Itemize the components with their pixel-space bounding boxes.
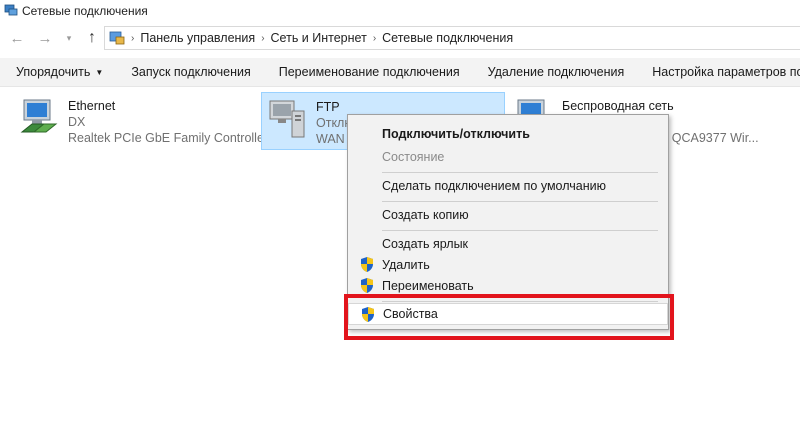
control-panel-icon xyxy=(109,31,125,45)
window-title: Сетевые подключения xyxy=(22,4,148,18)
breadcrumb-network-connections[interactable]: Сетевые подключения xyxy=(382,31,513,45)
breadcrumb-network-internet[interactable]: Сеть и Интернет xyxy=(271,31,367,45)
delete-connection-button[interactable]: Удаление подключения xyxy=(474,65,639,79)
menu-separator xyxy=(382,172,658,173)
start-connection-label: Запуск подключения xyxy=(131,65,251,79)
up-arrow-icon[interactable]: ↑ xyxy=(82,24,102,52)
connection-adapter: Realtek PCIe GbE Family Controller xyxy=(68,131,269,145)
breadcrumb-separator-icon[interactable]: › xyxy=(261,33,264,44)
highlight-annotation-frame xyxy=(344,294,674,340)
menu-item-label: Подключить/отключить xyxy=(382,126,530,141)
menu-item-label: Состояние xyxy=(382,149,445,164)
menu-item-label: Переименовать xyxy=(382,278,474,293)
back-arrow-icon[interactable]: ← xyxy=(6,24,28,52)
rename-connection-label: Переименование подключения xyxy=(278,65,460,79)
connection-name: FTP xyxy=(316,100,340,114)
connection-name: Ethernet xyxy=(68,99,116,113)
connection-item-ethernet[interactable]: Ethernet DX Realtek PCIe GbE Family Cont… xyxy=(14,92,268,148)
menu-item-label: Создать ярлык xyxy=(382,236,469,251)
organize-label: Упорядочить xyxy=(16,65,91,79)
uac-shield-icon xyxy=(361,257,373,272)
breadcrumb-control-panel[interactable]: Панель управления xyxy=(140,31,255,45)
menu-item-rename[interactable]: Переименовать xyxy=(348,275,668,296)
menu-item-connect-disconnect[interactable]: Подключить/отключить xyxy=(348,123,668,144)
navigation-bar: ← → ▾ ↑ › Панель управления › Сеть и Инт… xyxy=(0,24,800,52)
connection-settings-label: Настройка параметров подключения xyxy=(652,65,800,79)
title-bar: Сетевые подключения xyxy=(0,0,800,22)
menu-item-delete[interactable]: Удалить xyxy=(348,254,668,275)
menu-item-status: Состояние xyxy=(348,146,668,167)
rename-connection-button[interactable]: Переименование подключения xyxy=(265,65,474,79)
network-connections-icon xyxy=(4,4,18,16)
command-bar: Упорядочить ▼ Запуск подключения Переиме… xyxy=(0,58,800,87)
menu-item-label: Создать копию xyxy=(382,207,469,222)
breadcrumb-separator-icon[interactable]: › xyxy=(131,33,134,44)
forward-arrow-icon[interactable]: → xyxy=(34,24,56,52)
ethernet-adapter-icon xyxy=(20,99,58,133)
address-bar[interactable]: › Панель управления › Сеть и Интернет › … xyxy=(104,26,800,50)
pppoe-connection-icon xyxy=(269,100,305,138)
chevron-down-icon: ▼ xyxy=(95,67,104,77)
connection-status: DX xyxy=(68,115,86,129)
menu-separator xyxy=(382,201,658,202)
delete-connection-label: Удаление подключения xyxy=(487,65,625,79)
menu-item-create-shortcut[interactable]: Создать ярлык xyxy=(348,233,668,254)
uac-shield-icon xyxy=(361,278,373,293)
menu-separator xyxy=(382,230,658,231)
organize-button[interactable]: Упорядочить ▼ xyxy=(0,65,117,79)
connection-name: Беспроводная сеть xyxy=(562,99,674,113)
menu-item-label: Сделать подключением по умолчанию xyxy=(382,178,606,193)
menu-item-label: Удалить xyxy=(382,257,430,272)
breadcrumb-separator-icon[interactable]: › xyxy=(373,33,376,44)
recent-locations-chevron-icon[interactable]: ▾ xyxy=(62,24,76,52)
connection-settings-button[interactable]: Настройка параметров подключения xyxy=(638,65,800,79)
menu-item-set-default[interactable]: Сделать подключением по умолчанию xyxy=(348,175,668,196)
start-connection-button[interactable]: Запуск подключения xyxy=(117,65,264,79)
menu-item-create-copy[interactable]: Создать копию xyxy=(348,204,668,225)
